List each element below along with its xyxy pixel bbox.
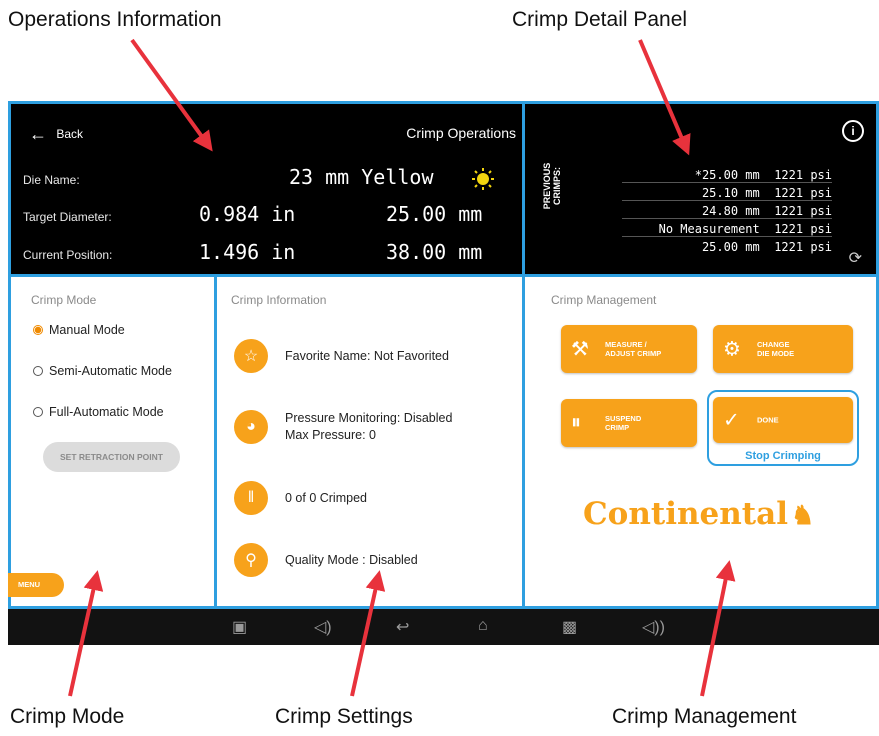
callout-arrows [68,38,736,697]
arrow-operations [130,38,213,152]
arrow-crimp-management [700,560,736,697]
arrow-crimp-mode [68,570,104,697]
arrow-crimp-settings [350,570,386,697]
arrow-detail [638,39,691,156]
